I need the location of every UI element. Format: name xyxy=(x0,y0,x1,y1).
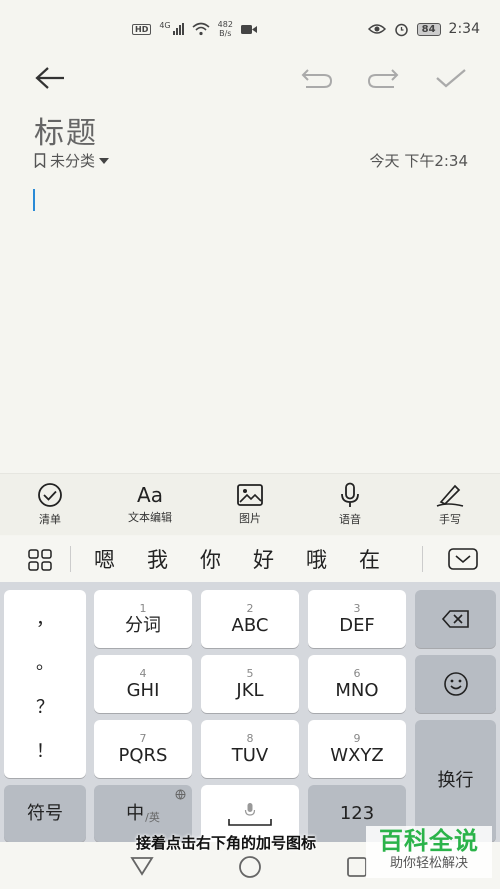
candidate-word[interactable]: 好 xyxy=(253,544,274,574)
key-1[interactable]: 1 分词 xyxy=(94,590,192,648)
network-type: 4G xyxy=(159,20,171,30)
image-label: 图片 xyxy=(239,512,261,525)
voice-button[interactable]: 语音 xyxy=(305,474,395,535)
key-6[interactable]: 6 MNO xyxy=(308,655,406,713)
punctuation-column[interactable]: ， 。 ？ ！ xyxy=(4,590,86,778)
text-cursor xyxy=(33,189,35,211)
backspace-icon xyxy=(441,610,469,628)
confirm-check-icon[interactable] xyxy=(434,66,468,90)
hd-badge: HD xyxy=(132,23,152,35)
checklist-icon xyxy=(38,483,62,507)
punct-key[interactable]: ！ xyxy=(36,737,54,763)
emoji-key[interactable] xyxy=(415,655,496,713)
handwriting-button[interactable]: 手写 xyxy=(405,474,495,535)
symbols-key[interactable]: 符号 xyxy=(4,785,86,842)
nav-recents-icon[interactable] xyxy=(346,856,368,878)
note-toolbar xyxy=(0,58,500,100)
text-format-label: 文本编辑 xyxy=(128,511,172,524)
punct-key[interactable]: 。 xyxy=(36,649,54,675)
text-format-icon: Aa xyxy=(137,483,163,507)
video-caption: 接着点击右下角的加号图标 xyxy=(136,834,317,852)
candidate-divider xyxy=(70,546,71,572)
image-icon xyxy=(237,484,263,506)
undo-icon[interactable] xyxy=(300,66,334,90)
handwriting-label: 手写 xyxy=(439,513,461,526)
key-9[interactable]: 9 WXYZ xyxy=(308,720,406,778)
candidate-word[interactable]: 你 xyxy=(200,544,221,574)
candidate-divider xyxy=(422,546,423,572)
checklist-label: 清单 xyxy=(39,513,61,526)
key-2[interactable]: 2 ABC xyxy=(201,590,299,648)
keyboard-hide-icon[interactable] xyxy=(448,548,478,570)
clock: 2:34 xyxy=(448,21,480,37)
wifi-icon xyxy=(192,22,210,36)
space-bar-icon xyxy=(228,818,272,826)
alarm-icon xyxy=(394,23,408,36)
nav-back-icon[interactable] xyxy=(130,856,154,876)
watermark-subtitle: 助你轻松解决 xyxy=(389,856,468,871)
text-format-button[interactable]: Aa 文本编辑 xyxy=(105,474,195,535)
backspace-key[interactable] xyxy=(415,590,496,648)
note-timestamp: 今天 下午2:34 xyxy=(369,152,468,170)
nine-key-keyboard: ， 。 ？ ！ 1 分词 2 ABC 3 DEF 4 GHI 5 JKL 6 MNO 7 PQ… xyxy=(0,582,500,842)
image-button[interactable]: 图片 xyxy=(205,474,295,535)
battery-icon: 84 xyxy=(416,22,441,36)
microphone-icon xyxy=(341,482,359,507)
key-7[interactable]: 7 PQRS xyxy=(94,720,192,778)
voice-label: 语音 xyxy=(339,513,361,526)
microphone-icon xyxy=(244,802,256,816)
category-selector[interactable]: 未分类 xyxy=(34,150,110,171)
key-5[interactable]: 5 JKL xyxy=(201,655,299,713)
key-3[interactable]: 3 DEF xyxy=(308,590,406,648)
note-title-field[interactable]: 标题 xyxy=(34,108,98,152)
candidate-word[interactable]: 在 xyxy=(359,544,380,574)
back-arrow-icon[interactable] xyxy=(34,66,66,90)
globe-icon xyxy=(175,789,186,800)
punct-key[interactable]: ？ xyxy=(36,693,54,719)
edit-tools-bar: 清单 Aa 文本编辑 图片 语音 手写 xyxy=(0,473,500,535)
candidate-word[interactable]: 哦 xyxy=(306,544,327,574)
checklist-button[interactable]: 清单 xyxy=(5,474,95,535)
bookmark-icon xyxy=(34,153,46,168)
category-label: 未分类 xyxy=(50,152,96,170)
nav-home-icon[interactable] xyxy=(238,855,262,879)
candidate-list: 嗯 我 你 好 哦 在 xyxy=(94,544,380,574)
watermark-logo: 百科全说 助你轻松解决 xyxy=(366,826,492,878)
note-meta: 未分类 今天 下午2:34 xyxy=(34,150,468,171)
video-call-icon xyxy=(240,24,257,34)
candidate-word[interactable]: 嗯 xyxy=(94,544,115,574)
punct-key[interactable]: ， xyxy=(36,605,54,631)
emoji-icon xyxy=(443,672,468,696)
enter-key[interactable]: 换行 xyxy=(415,720,496,842)
network-rate: 482 B/s xyxy=(217,20,233,38)
dropdown-arrow-icon xyxy=(99,157,110,164)
key-4[interactable]: 4 GHI xyxy=(94,655,192,713)
keyboard-menu-icon[interactable] xyxy=(28,549,52,571)
key-8[interactable]: 8 TUV xyxy=(201,720,299,778)
candidate-bar: 嗯 我 你 好 哦 在 xyxy=(0,536,500,582)
candidate-word[interactable]: 我 xyxy=(147,544,168,574)
status-bar: HD 4G 482 B/s 84 2:34 xyxy=(0,0,500,58)
eye-icon xyxy=(367,24,386,34)
signal-icon xyxy=(172,23,184,35)
handwriting-icon xyxy=(436,484,464,507)
watermark-title: 百科全说 xyxy=(379,827,479,855)
redo-icon[interactable] xyxy=(366,66,400,90)
